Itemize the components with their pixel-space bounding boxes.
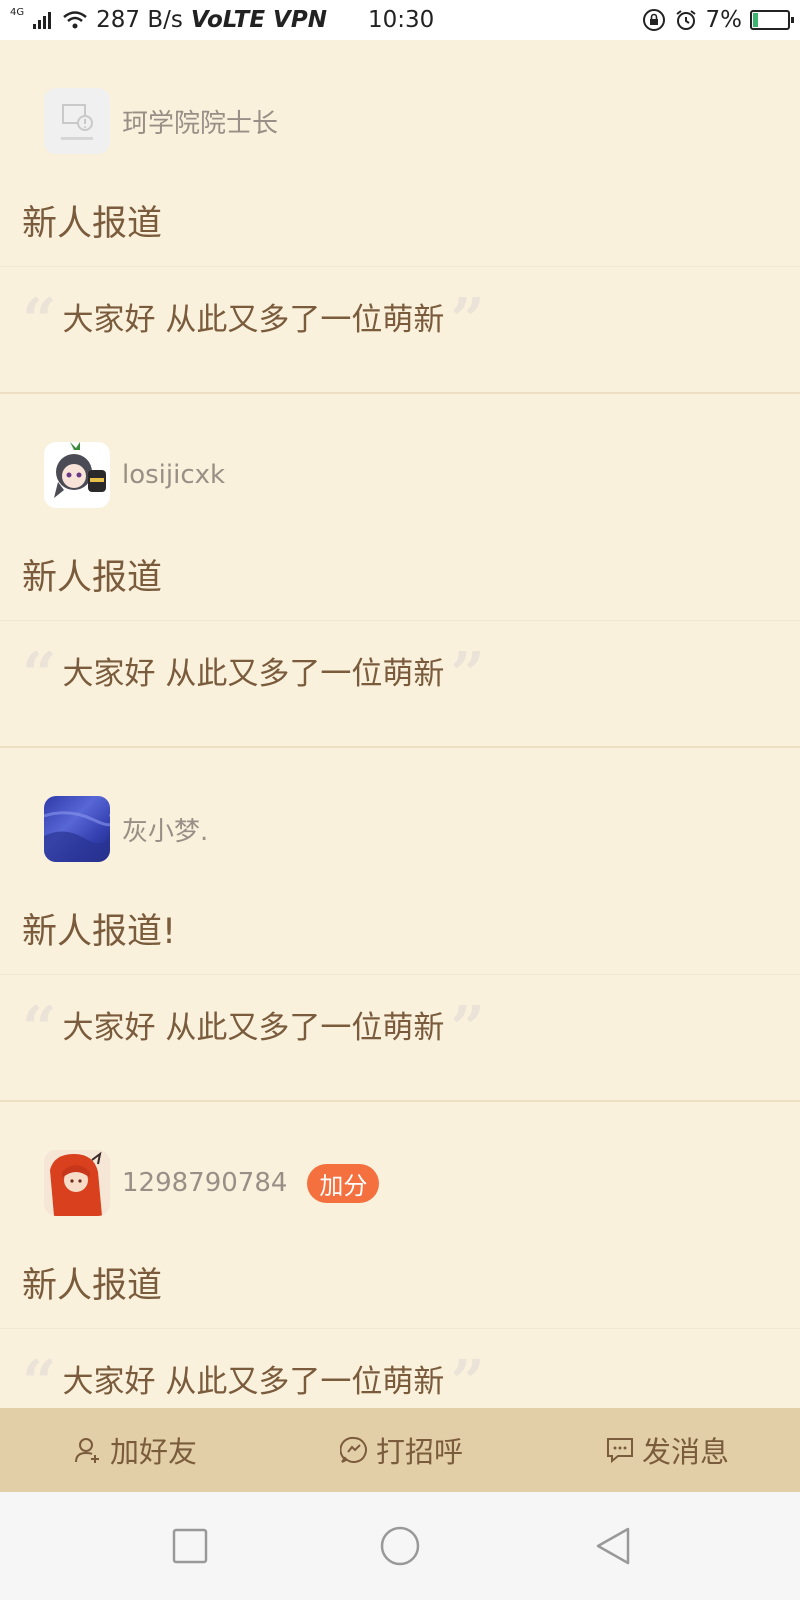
- quote-text: 大家好 从此又多了一位萌新: [62, 655, 445, 692]
- close-quote-icon: ”: [450, 286, 485, 356]
- post-author[interactable]: 1298790784 加分: [44, 1150, 380, 1216]
- post-author[interactable]: losijicxk: [44, 442, 225, 508]
- open-quote-icon: “: [22, 994, 57, 1064]
- vpn-label: VPN: [273, 7, 327, 33]
- post-quote: “ 大家好 从此又多了一位萌新 ”: [22, 640, 485, 710]
- greet-button[interactable]: 打招呼: [340, 1408, 463, 1492]
- divider: [0, 620, 800, 621]
- post-quote: “ 大家好 从此又多了一位萌新 ”: [22, 286, 485, 356]
- quote-text: 大家好 从此又多了一位萌新: [62, 301, 445, 338]
- red-hair-avatar-icon: [50, 1151, 102, 1216]
- author-name[interactable]: 珂学院院士长: [122, 103, 278, 140]
- greet-label: 打招呼: [376, 1435, 464, 1469]
- close-quote-icon: ”: [450, 994, 485, 1064]
- post-item[interactable]: 1298790784 加分 新人报道 “ 大家好 从此又多了一位萌新 ”: [0, 1102, 800, 1408]
- alarm-icon: [675, 10, 696, 30]
- status-right: 7%: [642, 0, 794, 40]
- post-item[interactable]: 灰小梦. 新人报道! “ 大家好 从此又多了一位萌新 ”: [0, 748, 800, 1102]
- avatar[interactable]: [44, 1150, 110, 1216]
- post-item[interactable]: 珂学院院士长 新人报道 “ 大家好 从此又多了一位萌新 ”: [0, 40, 800, 394]
- add-friend-button[interactable]: 加好友: [74, 1408, 197, 1492]
- clock: 10:30: [368, 7, 435, 33]
- post-title[interactable]: 新人报道!: [22, 903, 176, 954]
- open-quote-icon: “: [22, 1348, 57, 1408]
- image-placeholder-icon: [61, 104, 93, 140]
- status-bar: 4G 287 B/s VoLTE VPN 10:30 7%: [0, 0, 800, 40]
- post-title[interactable]: 新人报道: [22, 195, 162, 246]
- anime-avatar-icon: [54, 442, 106, 498]
- open-quote-icon: “: [22, 640, 57, 710]
- post-author[interactable]: 灰小梦.: [44, 796, 208, 862]
- add-friend-icon: [75, 1438, 99, 1463]
- message-icon: [607, 1438, 633, 1464]
- bonus-badge: 加分: [307, 1163, 380, 1203]
- wifi-icon: [63, 11, 87, 29]
- quote-text: 大家好 从此又多了一位萌新: [62, 1363, 445, 1400]
- home-icon[interactable]: [380, 1526, 420, 1566]
- close-quote-icon: ”: [450, 640, 485, 710]
- post-quote: “ 大家好 从此又多了一位萌新 ”: [22, 1348, 485, 1408]
- send-message-label: 发消息: [642, 1435, 730, 1469]
- signal-icon: [33, 12, 52, 29]
- post-quote: “ 大家好 从此又多了一位萌新 ”: [22, 994, 485, 1064]
- author-name[interactable]: 1298790784: [122, 1168, 287, 1198]
- battery-icon: [750, 10, 794, 30]
- volte-label: VoLTE: [190, 7, 266, 33]
- author-name[interactable]: 灰小梦.: [122, 811, 208, 848]
- close-quote-icon: ”: [450, 1348, 485, 1408]
- network-tag: 4G: [10, 6, 25, 18]
- greet-icon: [340, 1436, 367, 1463]
- post-feed: 珂学院院士长 新人报道 “ 大家好 从此又多了一位萌新 ” losijicxk …: [0, 40, 800, 1408]
- divider: [0, 266, 800, 267]
- quote-text: 大家好 从此又多了一位萌新: [62, 1009, 445, 1046]
- rotation-lock-icon: [642, 9, 665, 31]
- post-item[interactable]: losijicxk 新人报道 “ 大家好 从此又多了一位萌新 ”: [0, 394, 800, 748]
- divider: [0, 974, 800, 975]
- divider: [0, 1328, 800, 1329]
- battery-percent: 7%: [705, 7, 743, 33]
- send-message-button[interactable]: 发消息: [606, 1408, 729, 1492]
- back-icon[interactable]: [594, 1526, 634, 1566]
- add-friend-label: 加好友: [110, 1435, 198, 1469]
- network-speed: 287 B/s: [96, 7, 183, 33]
- avatar[interactable]: [44, 88, 110, 154]
- avatar[interactable]: [44, 442, 110, 508]
- post-author[interactable]: 珂学院院士长: [44, 88, 278, 154]
- recent-apps-icon[interactable]: [170, 1526, 210, 1566]
- post-title[interactable]: 新人报道: [22, 1257, 162, 1308]
- avatar[interactable]: [44, 796, 110, 862]
- post-title[interactable]: 新人报道: [22, 549, 162, 600]
- blue-avatar-icon: [44, 811, 110, 862]
- open-quote-icon: “: [22, 286, 57, 356]
- author-name[interactable]: losijicxk: [122, 460, 225, 490]
- status-left: 4G 287 B/s VoLTE VPN: [10, 0, 327, 40]
- action-bar: 加好友 打招呼 发消息: [0, 1408, 800, 1492]
- system-nav-bar: [0, 1492, 800, 1600]
